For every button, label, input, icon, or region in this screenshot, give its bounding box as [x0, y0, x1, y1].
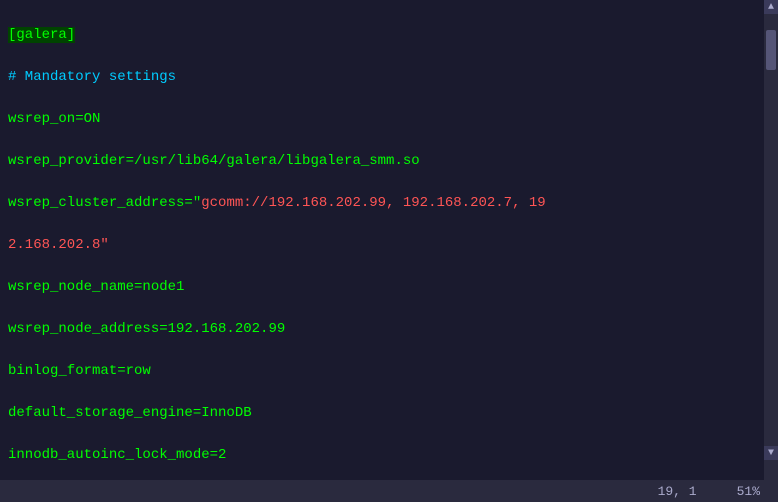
- code-content[interactable]: [galera] # Mandatory settings wsrep_on=O…: [0, 0, 764, 480]
- code-text: wsrep_provider=/usr/lib64/galera/libgale…: [8, 153, 420, 169]
- line-5b: 2.168.202.8": [8, 235, 756, 256]
- code-text: default_storage_engine=InnoDB: [8, 405, 252, 421]
- line-2: # Mandatory settings: [8, 67, 756, 88]
- line-6: wsrep_node_name=node1: [8, 277, 756, 298]
- line-9: default_storage_engine=InnoDB: [8, 403, 756, 424]
- line-8: binlog_format=row: [8, 361, 756, 382]
- url-text-cont: 2.168.202.8": [8, 237, 109, 253]
- status-bar: 19, 1 51%: [0, 480, 778, 502]
- line-3: wsrep_on=ON: [8, 109, 756, 130]
- scroll-up-arrow[interactable]: ▲: [764, 0, 778, 14]
- editor-area: [galera] # Mandatory settings wsrep_on=O…: [0, 0, 778, 480]
- bracket-text: [galera]: [8, 27, 75, 43]
- code-text: binlog_format=row: [8, 363, 151, 379]
- scrollbar[interactable]: ▲ ▼: [764, 0, 778, 480]
- cursor-position: 19, 1: [658, 484, 697, 499]
- code-text: wsrep_cluster_address=": [8, 195, 201, 211]
- line-1: [galera]: [8, 25, 756, 46]
- url-text: gcomm://192.168.202.99, 192.168.202.7, 1…: [201, 195, 545, 211]
- line-7: wsrep_node_address=192.168.202.99: [8, 319, 756, 340]
- scroll-percent: 51%: [737, 484, 760, 499]
- code-text: innodb_autoinc_lock_mode=2: [8, 447, 226, 463]
- code-text: wsrep_node_address=192.168.202.99: [8, 321, 285, 337]
- scroll-down-arrow[interactable]: ▼: [764, 446, 778, 460]
- comment-text: # Mandatory settings: [8, 69, 176, 85]
- code-text: wsrep_on=ON: [8, 111, 100, 127]
- line-10: innodb_autoinc_lock_mode=2: [8, 445, 756, 466]
- scrollbar-thumb[interactable]: [766, 30, 776, 70]
- line-5: wsrep_cluster_address="gcomm://192.168.2…: [8, 193, 756, 214]
- code-text: wsrep_node_name=node1: [8, 279, 184, 295]
- line-4: wsrep_provider=/usr/lib64/galera/libgale…: [8, 151, 756, 172]
